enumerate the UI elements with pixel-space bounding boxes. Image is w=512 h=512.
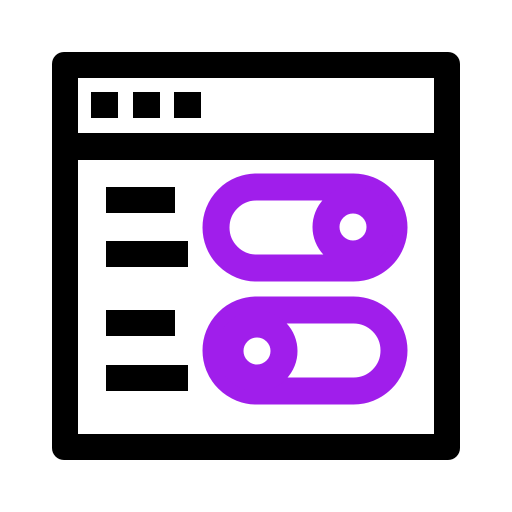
toggle-switch-on[interactable] <box>202 173 408 282</box>
label-line-short <box>106 187 175 213</box>
toggle-knob <box>216 310 298 392</box>
window-dot-icon-2 <box>133 92 160 118</box>
window-dot-icon-1 <box>91 92 118 118</box>
label-line-long <box>106 365 188 391</box>
toggle-switch-off[interactable] <box>202 296 408 405</box>
icon-canvas <box>0 0 512 512</box>
settings-toggles-window-icon <box>52 52 460 460</box>
toggle-knob <box>312 186 394 268</box>
window-dot-icon-3 <box>174 92 201 118</box>
label-line-short <box>106 310 175 336</box>
label-line-long <box>106 241 188 267</box>
title-bar-area <box>78 78 434 133</box>
